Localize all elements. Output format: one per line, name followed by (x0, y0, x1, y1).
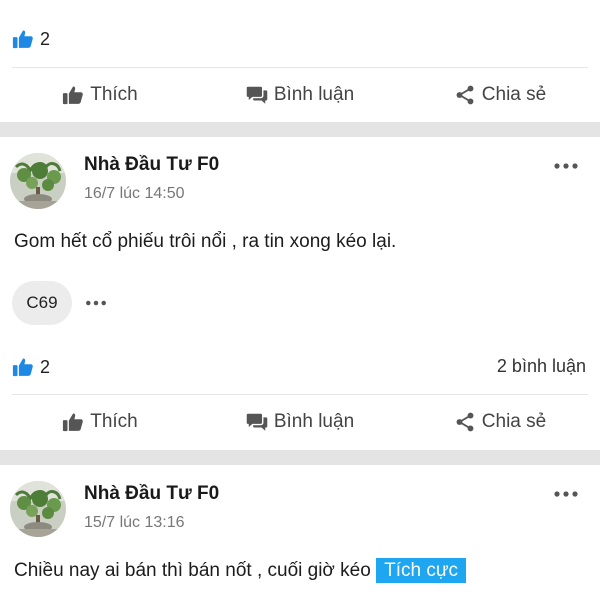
comment-icon (246, 411, 268, 433)
post-content: Chiều nay ai bán thì bán nốt , cuối giờ … (14, 558, 467, 583)
author-name[interactable]: Nhà Đầu Tư F0 (84, 483, 219, 505)
like-button-label: Thích (90, 411, 138, 432)
post-time: 15/7 lúc 13:16 (84, 514, 185, 531)
stock-tag[interactable]: C69 (12, 281, 72, 325)
comment-button[interactable]: Bình luận (200, 395, 400, 449)
comment-button[interactable]: Bình luận (200, 68, 400, 122)
like-button[interactable]: Thích (0, 68, 200, 122)
share-icon (454, 84, 476, 106)
comment-button-label: Bình luận (273, 84, 355, 105)
avatar[interactable] (10, 153, 66, 209)
post-actions: Thích Bình luận Chia sẻ (0, 68, 600, 122)
avatar[interactable] (10, 481, 66, 537)
sentiment-tag[interactable]: Tích cực (376, 558, 467, 583)
post-text: Chiều nay ai bán thì bán nốt , cuối giờ … (14, 560, 371, 581)
thumbs-up-icon (12, 356, 34, 378)
like-count: 2 (40, 28, 51, 49)
like-summary[interactable]: 2 (12, 28, 50, 50)
like-button-label: Thích (90, 84, 138, 105)
comment-button-label: Bình luận (273, 411, 355, 432)
comment-icon (246, 84, 268, 106)
thumbs-up-icon (62, 411, 84, 433)
share-button[interactable]: Chia sẻ (400, 68, 600, 122)
post-separator (0, 122, 600, 137)
post-content: Gom hết cổ phiếu trôi nổi , ra tin xong … (14, 231, 397, 252)
like-button[interactable]: Thích (0, 395, 200, 449)
like-count: 2 (40, 356, 51, 377)
thumbs-up-icon (12, 28, 34, 50)
like-summary[interactable]: 2 (12, 356, 50, 378)
post-time: 16/7 lúc 14:50 (84, 185, 185, 202)
thumbs-up-icon (62, 84, 84, 106)
comment-count[interactable]: 2 bình luận (497, 356, 586, 377)
share-button-label: Chia sẻ (481, 84, 547, 105)
more-icon[interactable] (84, 293, 108, 313)
more-icon[interactable] (552, 156, 580, 176)
share-button[interactable]: Chia sẻ (400, 395, 600, 449)
share-icon (454, 411, 476, 433)
post-separator (0, 450, 600, 465)
share-button-label: Chia sẻ (481, 411, 547, 432)
post-actions: Thích Bình luận Chia sẻ (0, 395, 600, 449)
author-name[interactable]: Nhà Đầu Tư F0 (84, 154, 219, 176)
more-icon[interactable] (552, 484, 580, 504)
